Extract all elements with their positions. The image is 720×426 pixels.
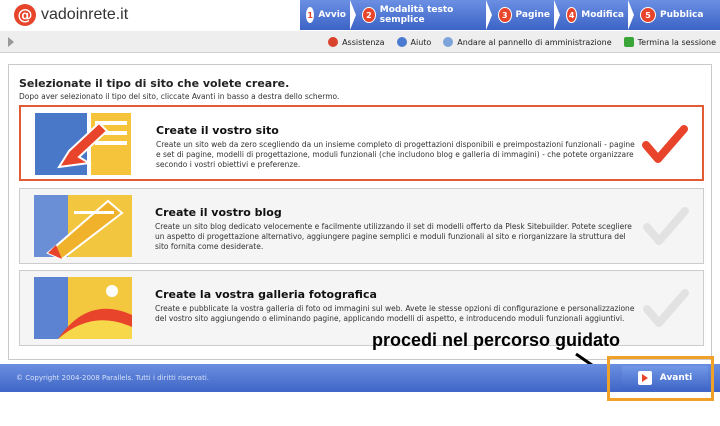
step-5-icon: 5 (640, 7, 656, 23)
option-description: Create un sito web da zero scegliendo da… (156, 140, 635, 169)
question-icon (396, 37, 407, 47)
option-description: Create un sito blog dedicato velocemente… (155, 222, 632, 251)
toolbar-link-assistenza[interactable]: Assistenza (328, 37, 385, 47)
step-1-icon: 1 (306, 7, 315, 23)
checkmark-selected-icon (642, 125, 688, 163)
page-title: Selezionate il tipo di sito che volete c… (19, 77, 290, 90)
nav-step-label: Pagine (515, 10, 550, 20)
admin-panel-icon (443, 37, 454, 47)
site-thumbnail-icon (29, 111, 139, 177)
toolbar-link-aiuto[interactable]: Aiuto (396, 37, 432, 47)
checkmark-unselected-icon (643, 289, 689, 327)
logout-icon (623, 37, 634, 47)
next-arrow-icon (637, 371, 652, 385)
option-title: Create il vostro sito (156, 124, 279, 137)
option-title: Create la vostra galleria fotografica (155, 288, 377, 301)
nav-step-modalita-testo-semplice[interactable]: 2 Modalità testo semplice (350, 0, 492, 30)
step-3-icon: 3 (498, 7, 512, 23)
wizard-nav: 1 Avvio 2 Modalità testo semplice 3 Pagi… (294, 0, 720, 30)
blog-thumbnail-icon (28, 193, 138, 259)
guided-path-annotation: procedi nel percorso guidato (372, 330, 621, 350)
toolbar-links: Assistenza Aiuto Andare al pannello di a… (316, 31, 716, 53)
toolbar-link-admin-panel[interactable]: Andare al pannello di amministrazione (443, 37, 612, 47)
option-title: Create il vostro blog (155, 206, 282, 219)
toolbar-link-label: Aiuto (410, 37, 432, 47)
step-4-icon: 4 (566, 7, 578, 23)
expand-arrow-icon[interactable] (8, 37, 14, 47)
help-icon (328, 37, 339, 47)
toolbar-link-label: Termina la sessione (637, 37, 716, 47)
option-create-site[interactable]: Create il vostro sito Create un sito web… (19, 105, 704, 181)
top-header: @ vadoinrete.it 1 Avvio 2 Modalità testo… (0, 0, 720, 30)
nav-step-pagine[interactable]: 3 Pagine (486, 0, 560, 30)
next-button[interactable]: Avanti (622, 366, 708, 390)
gallery-thumbnail-icon (28, 275, 138, 341)
logo[interactable]: @ vadoinrete.it (0, 0, 300, 30)
nav-step-modifica[interactable]: 4 Modifica (554, 0, 634, 30)
option-description: Create e pubblicate la vostra galleria d… (155, 304, 635, 323)
next-button-label: Avanti (659, 373, 693, 383)
checkmark-unselected-icon (643, 207, 689, 245)
secondary-toolbar: Assistenza Aiuto Andare al pannello di a… (0, 31, 720, 53)
page-instructions: Dopo aver selezionato il tipo del sito, … (19, 92, 340, 101)
site-type-panel: Selezionate il tipo di sito che volete c… (8, 64, 712, 360)
option-create-blog[interactable]: Create il vostro blog Create un sito blo… (19, 188, 704, 264)
nav-step-avvio[interactable]: 1 Avvio (294, 0, 356, 30)
toolbar-link-label: Assistenza (342, 37, 385, 47)
toolbar-link-label: Andare al pannello di amministrazione (457, 37, 612, 47)
toolbar-link-logout[interactable]: Termina la sessione (623, 37, 716, 47)
nav-step-label: Modifica (581, 10, 624, 20)
nav-step-label: Avvio (318, 10, 346, 20)
nav-step-pubblica[interactable]: 5 Pubblica (628, 0, 720, 30)
nav-step-label: Pubblica (660, 10, 704, 20)
logo-text: vadoinrete.it (41, 6, 129, 23)
nav-step-label: Modalità testo semplice (379, 5, 454, 25)
logo-at-icon: @ (14, 4, 36, 26)
copyright-text: © Copyright 2004-2008 Parallels. Tutti i… (16, 374, 209, 382)
step-2-icon: 2 (362, 7, 376, 23)
